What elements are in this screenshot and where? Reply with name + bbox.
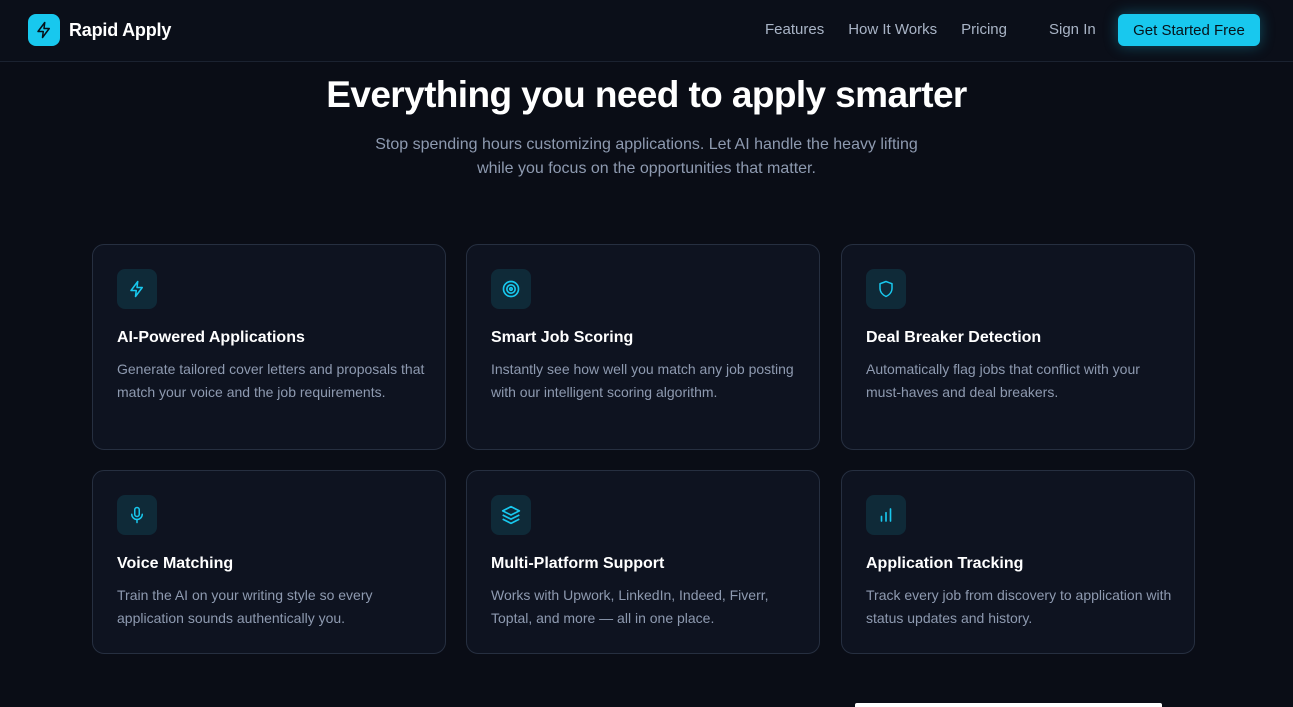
feature-description: Train the AI on your writing style so ev… xyxy=(117,587,373,626)
feature-description: Track every job from discovery to applic… xyxy=(866,587,1172,626)
target-icon xyxy=(491,269,531,309)
bar-chart-icon xyxy=(866,495,906,535)
page-title: Everything you need to apply smarter xyxy=(326,74,967,115)
feature-title: Voice Matching xyxy=(117,555,234,572)
feature-title: Multi-Platform Support xyxy=(491,555,665,572)
feature-card-ai-applications: AI-Powered Applications Generate tailore… xyxy=(92,244,446,450)
feature-card-voice-matching: Voice Matching Train the AI on your writ… xyxy=(92,470,446,654)
feature-description: Automatically flag jobs that conflict wi… xyxy=(866,361,1140,400)
microphone-icon xyxy=(117,495,157,535)
brand[interactable]: Rapid Apply xyxy=(28,14,171,46)
lightning-icon xyxy=(28,14,60,46)
get-started-button[interactable]: Get Started Free xyxy=(1118,14,1260,46)
feature-card-multi-platform: Multi-Platform Support Works with Upwork… xyxy=(466,470,820,654)
top-navbar: Rapid Apply Features How It Works Pricin… xyxy=(0,0,1293,62)
feature-description: Works with Upwork, LinkedIn, Indeed, Fiv… xyxy=(491,587,769,626)
feature-description: Generate tailored cover letters and prop… xyxy=(117,361,425,400)
layers-icon xyxy=(491,495,531,535)
nav-links: Features How It Works Pricing xyxy=(765,21,1031,38)
nav-link-pricing[interactable]: Pricing xyxy=(961,21,1007,38)
feature-title: Smart Job Scoring xyxy=(491,329,634,346)
lightning-icon xyxy=(117,269,157,309)
feature-title: Application Tracking xyxy=(866,555,1024,572)
feature-title: Deal Breaker Detection xyxy=(866,329,1042,346)
page-subtitle: Stop spending hours customizing applicat… xyxy=(375,136,918,177)
nav-link-how-it-works[interactable]: How It Works xyxy=(848,21,937,38)
feature-card-deal-breaker: Deal Breaker Detection Automatically fla… xyxy=(841,244,1195,450)
sign-in-link[interactable]: Sign In xyxy=(1049,21,1096,38)
feature-card-job-scoring: Smart Job Scoring Instantly see how well… xyxy=(466,244,820,450)
feature-card-application-tracking: Application Tracking Track every job fro… xyxy=(841,470,1195,654)
feature-description: Instantly see how well you match any job… xyxy=(491,361,794,400)
feature-title: AI-Powered Applications xyxy=(117,329,305,346)
brand-name: Rapid Apply xyxy=(69,19,172,40)
shield-icon xyxy=(866,269,906,309)
nav-link-features[interactable]: Features xyxy=(765,21,824,38)
bottom-element-edge xyxy=(855,703,1162,707)
